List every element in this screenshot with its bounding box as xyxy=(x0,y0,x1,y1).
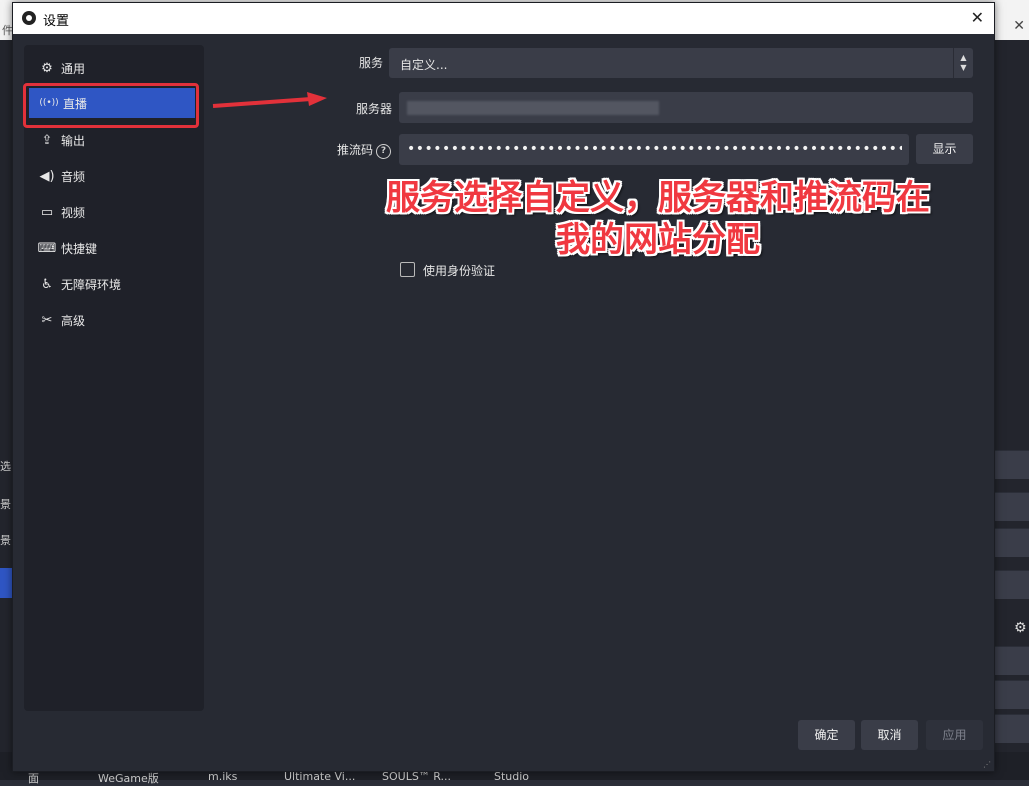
sidebar-item-label: 视频 xyxy=(61,205,86,220)
stream-key-label: 推流码 xyxy=(336,143,373,157)
annotation-arrow-icon xyxy=(212,92,327,108)
background-control xyxy=(994,528,1029,557)
auth-checkbox[interactable] xyxy=(400,262,415,277)
highlight-box xyxy=(23,83,199,128)
settings-dialog: 设置 ✕ ⚙ 通用 ((•)) 直播 ⇪ 输出 ◀) 音频 ▭ 视频 ⌨ 快捷键… xyxy=(12,2,995,772)
background-gear-icon: ⚙ xyxy=(1014,620,1027,636)
stream-key-value: ••••••••••••••••••••••••••••••••••••••••… xyxy=(407,141,902,157)
annotation-line-1: 服务选择自定义，服务器和推流码在 xyxy=(386,178,930,218)
service-label: 服务 xyxy=(358,56,383,70)
background-label-fragment: 选 xyxy=(0,460,11,473)
annotation-line-2: 我的网站分配 xyxy=(556,220,760,260)
apply-button[interactable]: 应用 xyxy=(926,720,983,750)
background-control xyxy=(994,680,1029,709)
background-control xyxy=(994,646,1029,675)
spinner-arrows-icon: ▲ ▼ xyxy=(953,48,973,78)
background-label-fragment: 景 xyxy=(0,534,11,547)
server-input[interactable] xyxy=(399,92,973,123)
sidebar-item-audio[interactable]: ◀) 音频 xyxy=(27,161,197,191)
service-value: 自定义... xyxy=(400,58,448,72)
taskbar-item: 面 xyxy=(28,772,39,785)
accessibility-icon: ♿ xyxy=(41,276,53,292)
sidebar-item-general[interactable]: ⚙ 通用 xyxy=(27,53,197,83)
settings-sidebar: ⚙ 通用 ((•)) 直播 ⇪ 输出 ◀) 音频 ▭ 视频 ⌨ 快捷键 ♿ 无障… xyxy=(24,45,204,711)
background-close-icon: ✕ xyxy=(1013,18,1025,34)
background-control xyxy=(994,450,1029,479)
dialog-title: 设置 xyxy=(43,14,70,29)
sidebar-item-output[interactable]: ⇪ 输出 xyxy=(27,125,197,155)
background-control xyxy=(994,714,1029,743)
ok-button[interactable]: 确定 xyxy=(798,720,855,750)
server-label: 服务器 xyxy=(355,102,392,116)
cancel-button[interactable]: 取消 xyxy=(861,720,918,750)
close-icon[interactable]: ✕ xyxy=(971,8,984,27)
sidebar-item-accessibility[interactable]: ♿ 无障碍环境 xyxy=(27,269,197,299)
show-button[interactable]: 显示 xyxy=(916,134,973,164)
background-right-panel: ⚙ xyxy=(994,40,1029,780)
keyboard-icon: ⌨ xyxy=(37,240,57,256)
help-icon[interactable]: ? xyxy=(376,144,391,159)
sidebar-item-video[interactable]: ▭ 视频 xyxy=(27,197,197,227)
sidebar-item-label: 通用 xyxy=(61,61,86,76)
output-icon: ⇪ xyxy=(41,132,53,148)
sidebar-item-hotkeys[interactable]: ⌨ 快捷键 xyxy=(27,233,197,263)
speaker-icon: ◀) xyxy=(39,168,55,184)
resize-grip-icon[interactable]: ⋰ xyxy=(983,760,991,769)
redacted-server-url xyxy=(407,101,659,115)
gear-icon: ⚙ xyxy=(41,60,53,76)
sidebar-item-label: 快捷键 xyxy=(61,241,98,256)
monitor-icon: ▭ xyxy=(40,204,54,220)
sidebar-item-advanced[interactable]: ✂ 高级 xyxy=(27,305,197,335)
stream-key-input[interactable]: ••••••••••••••••••••••••••••••••••••••••… xyxy=(399,134,909,165)
sidebar-item-label: 高级 xyxy=(61,313,86,328)
service-select[interactable]: 自定义... ▲ ▼ xyxy=(389,48,973,78)
sidebar-item-label: 输出 xyxy=(61,133,86,148)
dialog-titlebar: 设置 ✕ xyxy=(13,3,994,34)
taskbar-item: WeGame版 xyxy=(98,772,159,785)
sidebar-item-label: 音频 xyxy=(61,169,86,184)
background-selected-item xyxy=(0,568,12,598)
background-control xyxy=(994,492,1029,521)
obs-logo-icon xyxy=(22,11,36,25)
annotation-text: 服务选择自定义，服务器和推流码在 我的网站分配 xyxy=(353,177,963,261)
auth-checkbox-label[interactable]: 使用身份验证 xyxy=(423,262,495,279)
background-control xyxy=(994,570,1029,599)
sidebar-item-label: 无障碍环境 xyxy=(61,277,122,292)
background-label-fragment: 景 xyxy=(0,498,11,511)
tools-icon: ✂ xyxy=(41,312,53,328)
